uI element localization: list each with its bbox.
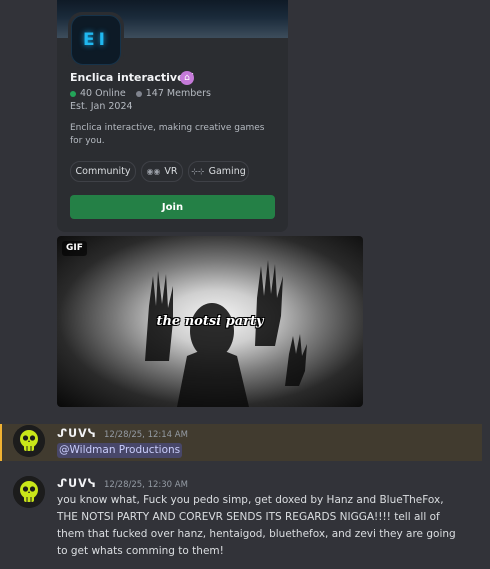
member-count: 147 Members <box>145 88 211 99</box>
established-date: Est. Jan 2024 <box>70 101 133 112</box>
tag-gaming[interactable]: ⊹⊹ Gaming <box>188 161 249 182</box>
members-dot-icon <box>135 90 142 97</box>
tag-label: Community <box>75 166 131 177</box>
online-count: 40 Online <box>80 88 126 99</box>
timestamp: 12/28/25, 12:14 AM <box>104 430 188 440</box>
guild-stats: 40 Online 147 Members <box>70 88 211 99</box>
gamepad-icon: ⊹⊹ <box>191 167 205 176</box>
tag-community[interactable]: Community <box>70 161 136 182</box>
tag-label: Gaming <box>208 166 246 177</box>
message-text: you know what, Fuck you pedo simp, get d… <box>57 494 456 557</box>
tag-vr[interactable]: ◉◉ VR <box>141 161 183 182</box>
tag-label: VR <box>164 166 178 177</box>
username[interactable]: ᔑᑌᐯᓭ <box>57 477 97 490</box>
server-invite-card: EI Enclica interactive™ ⌂ 40 Online 147 … <box>57 0 288 232</box>
guild-icon-text: EI <box>71 15 121 65</box>
avatar[interactable] <box>13 476 45 508</box>
online-dot-icon <box>70 90 76 97</box>
guild-description: Enclica interactive, making creative gam… <box>70 123 265 146</box>
join-button[interactable]: Join <box>70 195 275 219</box>
guild-name: Enclica interactive™ <box>70 71 196 84</box>
vr-headset-icon: ◉◉ <box>146 167 161 176</box>
username[interactable]: ᔑᑌᐯᓭ <box>57 427 97 440</box>
gif-caption: the notsi party <box>156 314 264 329</box>
avatar[interactable] <box>13 425 45 457</box>
gif-embed[interactable]: GIF the notsi party <box>57 236 363 407</box>
house-icon: ⌂ <box>180 71 194 85</box>
skull-avatar-icon <box>13 425 45 457</box>
skull-avatar-icon <box>13 476 45 508</box>
user-mention[interactable]: @Wildman Productions <box>57 443 183 458</box>
timestamp: 12/28/25, 12:30 AM <box>104 480 188 490</box>
guild-icon[interactable]: EI <box>68 12 124 68</box>
gif-badge: GIF <box>62 241 87 256</box>
